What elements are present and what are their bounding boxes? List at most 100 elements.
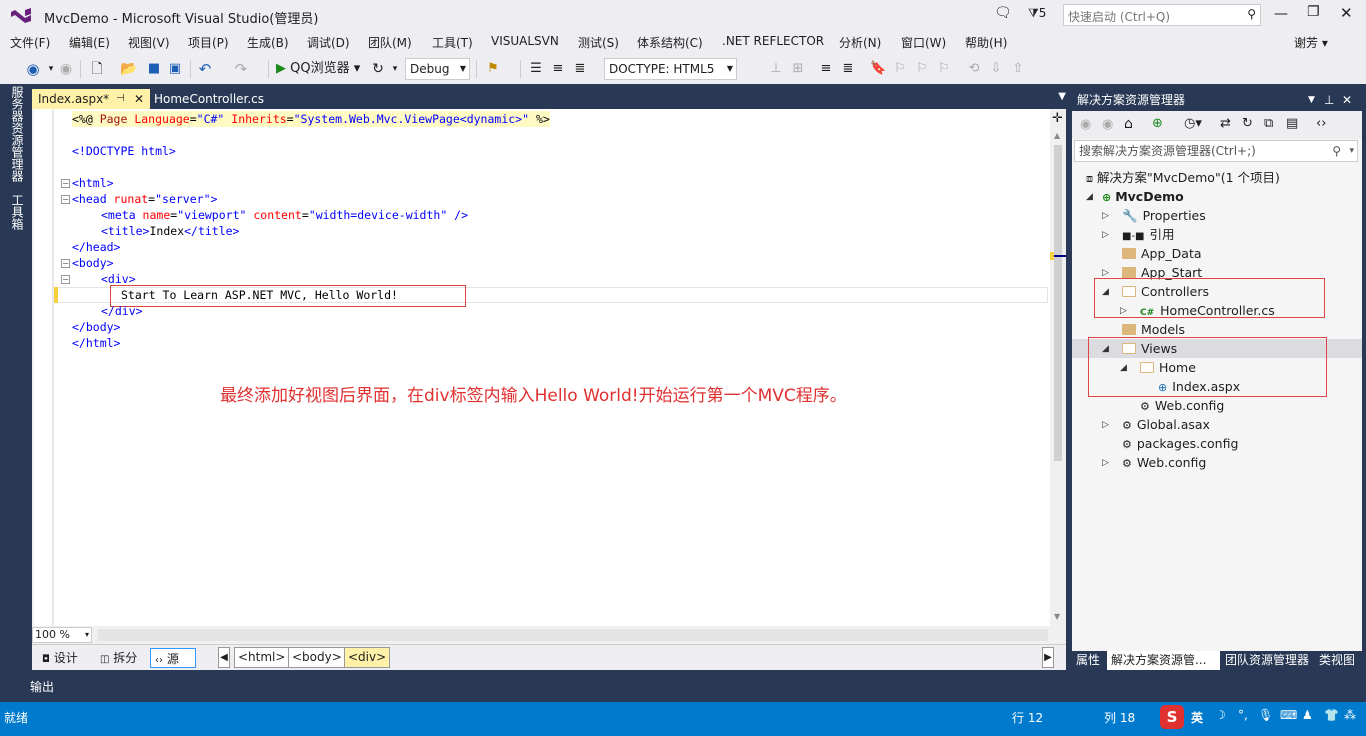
collapse-head-icon[interactable]: −: [61, 195, 70, 204]
tree-models[interactable]: Models: [1122, 320, 1185, 339]
tools-icon[interactable]: ⁂: [1344, 708, 1356, 722]
indent-icon[interactable]: ≡: [550, 59, 566, 79]
save-icon[interactable]: ■: [146, 59, 162, 79]
crumb-div[interactable]: <div>: [344, 647, 391, 668]
tab-class-view[interactable]: 类视图: [1315, 651, 1359, 670]
uncomment-icon[interactable]: ≣: [840, 59, 856, 79]
save-all-icon[interactable]: ▣: [166, 59, 184, 79]
keyboard-icon[interactable]: ⌨: [1280, 708, 1297, 722]
new-project-icon[interactable]: 🗋: [88, 59, 106, 79]
menu-analyze[interactable]: 分析(N): [839, 34, 881, 51]
sogou-ime-icon[interactable]: S: [1160, 705, 1184, 729]
microphone-icon[interactable]: 🎙: [1258, 708, 1273, 722]
expanded-arrow-icon[interactable]: ◢: [1086, 192, 1093, 202]
crumb-html[interactable]: <html>: [234, 647, 290, 668]
menu-architecture[interactable]: 体系结构(C): [637, 34, 703, 51]
code-editor[interactable]: <%@ Page Language="C#" Inherits="System.…: [32, 109, 1066, 626]
menu-file[interactable]: 文件(F): [10, 34, 50, 51]
design-view-button[interactable]: ◘ 设计: [38, 648, 82, 668]
tree-homecontroller-cs[interactable]: C# HomeController.cs: [1140, 301, 1275, 320]
table-icon[interactable]: ⊞: [790, 59, 806, 79]
pin-icon[interactable]: ⊣: [116, 89, 125, 109]
refresh-icon[interactable]: ↻: [1242, 116, 1253, 131]
find-icon[interactable]: ⚑: [484, 59, 502, 79]
tab-solution-explorer[interactable]: 解决方案资源管...: [1107, 651, 1220, 670]
menu-debug[interactable]: 调试(D): [307, 34, 350, 51]
collapsed-arrow-icon[interactable]: ▷: [1102, 230, 1109, 240]
menu-net-reflector[interactable]: .NET REFLECTOR: [722, 34, 824, 48]
tree-app-start[interactable]: App_Start: [1122, 263, 1202, 282]
collapse-div-icon[interactable]: −: [61, 275, 70, 284]
close-tab-icon[interactable]: ✕: [134, 89, 144, 109]
vertical-scrollbar[interactable]: ✛ ▲ ▼: [1050, 109, 1066, 626]
split-view-button[interactable]: ◫ 拆分: [96, 648, 141, 668]
crumb-scroll-right-icon[interactable]: ▶: [1042, 647, 1054, 668]
back-icon[interactable]: ◉: [1080, 117, 1091, 132]
search-options-icon[interactable]: ▾: [1349, 141, 1354, 161]
collapse-html-icon[interactable]: −: [61, 179, 70, 188]
split-icon[interactable]: ✛: [1052, 111, 1063, 126]
server-explorer-tab[interactable]: 服务器资源管理器: [9, 86, 26, 182]
scrollbar-thumb[interactable]: [1054, 145, 1062, 461]
punctuation-icon[interactable]: °,: [1238, 708, 1248, 722]
open-file-icon[interactable]: 📂: [120, 59, 138, 79]
history-icon[interactable]: ◷▾: [1184, 116, 1202, 131]
expanded-arrow-icon[interactable]: ◢: [1102, 287, 1109, 297]
clear-bookmarks-icon[interactable]: ⚐: [936, 59, 952, 79]
menu-edit[interactable]: 编辑(E): [69, 34, 110, 51]
tree-web-config[interactable]: ⚙ Web.config: [1122, 453, 1206, 472]
home-icon[interactable]: ⌂: [1124, 116, 1133, 132]
tree-project-mvcdemo[interactable]: ⊕ MvcDemo: [1102, 187, 1184, 206]
tab-index-aspx[interactable]: Index.aspx* ⊣ ✕: [32, 89, 150, 109]
menu-tools[interactable]: 工具(T): [432, 34, 473, 51]
forward-icon[interactable]: ◉: [1102, 117, 1113, 132]
moon-icon[interactable]: ☽: [1215, 708, 1226, 722]
collapsed-arrow-icon[interactable]: ▷: [1102, 211, 1109, 221]
tab-list-dropdown-icon[interactable]: ▼: [1058, 91, 1066, 102]
tree-solution[interactable]: ⧈ 解决方案"MvcDemo"(1 个项目): [1086, 168, 1280, 187]
notifications-icon[interactable]: ⧩5: [1028, 6, 1046, 21]
menu-view[interactable]: 视图(V): [128, 34, 170, 51]
step-over-icon[interactable]: ⟲: [966, 59, 982, 79]
prev-bookmark-icon[interactable]: ⚐: [892, 59, 908, 79]
crumb-scroll-left-icon[interactable]: ◀: [218, 647, 230, 668]
tree-properties[interactable]: 🔧 Properties: [1122, 206, 1206, 225]
tree-controllers[interactable]: Controllers: [1122, 282, 1209, 301]
tree-app-data[interactable]: App_Data: [1122, 244, 1202, 263]
pin-panel-icon[interactable]: ⊥: [1324, 89, 1334, 111]
format-icon[interactable]: ☰: [528, 59, 544, 79]
configuration-dropdown[interactable]: Debug ▼: [405, 58, 470, 80]
zoom-dropdown[interactable]: 100 % ▾: [32, 627, 92, 643]
expanded-arrow-icon[interactable]: ◢: [1102, 344, 1109, 354]
sync-icon[interactable]: ⇄: [1220, 116, 1231, 131]
panel-menu-icon[interactable]: ▼: [1308, 89, 1315, 111]
comment-icon[interactable]: ≡: [818, 59, 834, 79]
bookmark-icon[interactable]: 🔖: [870, 59, 886, 79]
ime-language[interactable]: 英: [1191, 709, 1203, 726]
step-into-icon[interactable]: ⇩: [988, 59, 1004, 79]
tree-views[interactable]: Views: [1122, 339, 1177, 358]
redo-icon[interactable]: ↷: [232, 59, 250, 79]
refresh-icon[interactable]: ↻: [370, 59, 386, 79]
menu-help[interactable]: 帮助(H): [965, 34, 1007, 51]
menu-window[interactable]: 窗口(W): [901, 34, 946, 51]
quick-launch-input[interactable]: 快速启动 (Ctrl+Q) ⚲: [1063, 4, 1261, 26]
forward-icon[interactable]: ◉: [58, 59, 74, 79]
refresh-dropdown-icon[interactable]: ▾: [390, 59, 400, 79]
skin-icon[interactable]: 👕: [1324, 708, 1339, 722]
outdent-icon[interactable]: ≣: [572, 59, 588, 79]
solution-search-input[interactable]: 搜索解决方案资源管理器(Ctrl+;) ⚲ ▾: [1074, 140, 1358, 162]
expanded-arrow-icon[interactable]: ◢: [1120, 363, 1127, 373]
menu-team[interactable]: 团队(M): [368, 34, 412, 51]
user-name[interactable]: 谢芳 ▾: [1294, 34, 1328, 51]
collapsed-arrow-icon[interactable]: ▷: [1102, 458, 1109, 468]
close-button[interactable]: ✕: [1340, 4, 1353, 22]
collapse-body-icon[interactable]: −: [61, 259, 70, 268]
menu-build[interactable]: 生成(B): [247, 34, 289, 51]
align-icon[interactable]: ⊥: [768, 59, 784, 79]
output-tab[interactable]: 输出: [30, 678, 90, 696]
next-bookmark-icon[interactable]: ⚐: [914, 59, 930, 79]
tab-team-explorer[interactable]: 团队资源管理器: [1221, 651, 1313, 670]
start-debug-button[interactable]: ▶ QQ浏览器 ▾: [276, 59, 360, 79]
scroll-up-icon[interactable]: ▲: [1054, 131, 1060, 140]
